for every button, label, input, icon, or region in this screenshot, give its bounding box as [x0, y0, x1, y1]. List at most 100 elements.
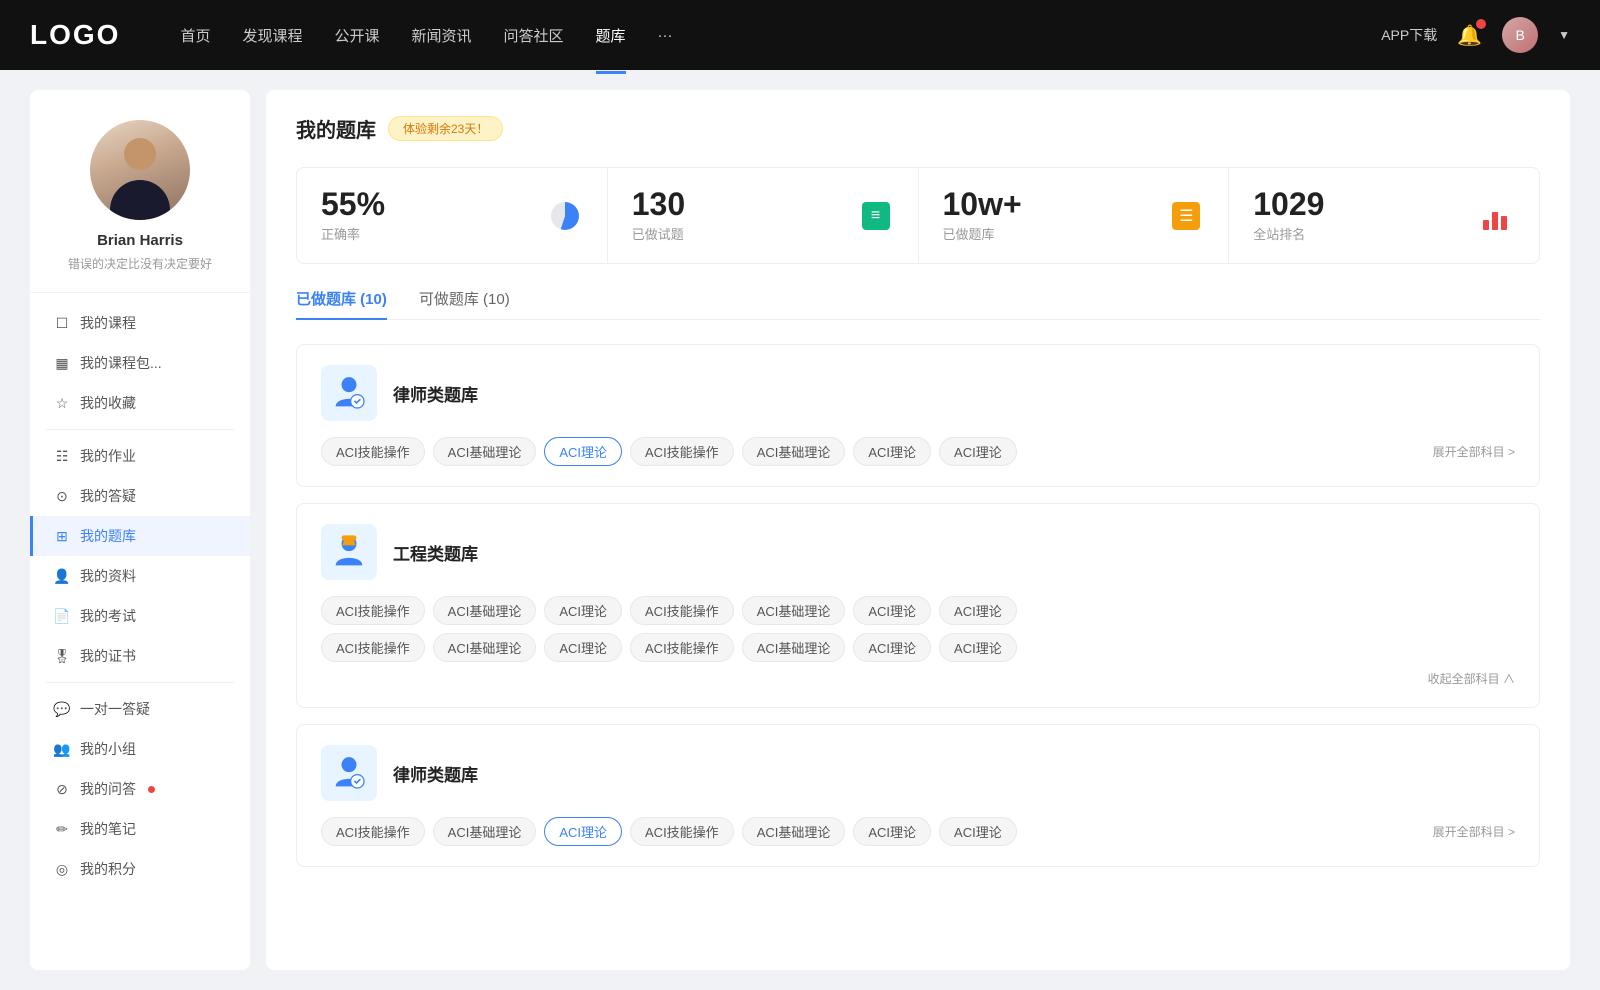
- tag-1-r2-4[interactable]: ACI基础理论: [742, 633, 846, 662]
- tag-1-4[interactable]: ACI基础理论: [742, 596, 846, 625]
- tag-2-2[interactable]: ACI理论: [544, 817, 622, 846]
- nav-links: 首页 发现课程 公开课 新闻资讯 问答社区 题库 ···: [180, 21, 1381, 50]
- tag-1-3[interactable]: ACI技能操作: [630, 596, 734, 625]
- nav-home[interactable]: 首页: [180, 21, 210, 50]
- app-download-link[interactable]: APP下载: [1381, 25, 1437, 45]
- stat-done-questions: 130 已做试题 ≡: [608, 168, 919, 263]
- profile-avatar: [90, 120, 190, 220]
- stat-accuracy-value: 55%: [321, 188, 531, 220]
- tag-2-3[interactable]: ACI技能操作: [630, 817, 734, 846]
- sidebar-item-my-notes[interactable]: ✏ 我的笔记: [30, 809, 250, 849]
- nav-discover[interactable]: 发现课程: [242, 21, 302, 50]
- nav-news[interactable]: 新闻资讯: [412, 21, 472, 50]
- stat-done-banks: 10w+ 已做题库 ☰: [919, 168, 1230, 263]
- sidebar-item-my-group[interactable]: 👥 我的小组: [30, 729, 250, 769]
- tag-2-5[interactable]: ACI理论: [853, 817, 931, 846]
- bank-item-0-header: 律师类题库: [321, 365, 1515, 421]
- tag-0-2[interactable]: ACI理论: [544, 437, 622, 466]
- tag-2-1[interactable]: ACI基础理论: [433, 817, 537, 846]
- people-icon: 👤: [54, 568, 70, 584]
- tag-0-0[interactable]: ACI技能操作: [321, 437, 425, 466]
- tag-2-0[interactable]: ACI技能操作: [321, 817, 425, 846]
- tag-1-5[interactable]: ACI理论: [853, 596, 931, 625]
- tag-1-r2-3[interactable]: ACI技能操作: [630, 633, 734, 662]
- sidebar-item-my-qa[interactable]: ⊙ 我的答疑: [30, 476, 250, 516]
- page-header: 我的题库 体验剩余23天！: [296, 114, 1540, 143]
- tabs: 已做题库 (10) 可做题库 (10): [296, 288, 1540, 320]
- page-layout: Brian Harris 错误的决定比没有决定要好 ☐ 我的课程 ▦ 我的课程包…: [20, 70, 1580, 990]
- tab-done-banks[interactable]: 已做题库 (10): [296, 288, 387, 319]
- tag-0-6[interactable]: ACI理论: [939, 437, 1017, 466]
- pie-chart-icon: [551, 202, 579, 230]
- nav-question-bank[interactable]: 题库: [596, 21, 626, 50]
- stat-done-banks-value: 10w+: [943, 188, 1153, 220]
- sidebar-item-points[interactable]: ◎ 我的积分: [30, 849, 250, 889]
- sidebar-item-course-package[interactable]: ▦ 我的课程包...: [30, 343, 250, 383]
- sidebar-item-homework[interactable]: ☷ 我的作业: [30, 436, 250, 476]
- nav-right: APP下载 🔔 B ▼: [1381, 17, 1570, 53]
- tab-available-banks[interactable]: 可做题库 (10): [419, 288, 510, 319]
- bank-name-0: 律师类题库: [393, 381, 478, 406]
- bank-item-0: 律师类题库 ACI技能操作 ACI基础理论 ACI理论 ACI技能操作 ACI基…: [296, 344, 1540, 487]
- nav-more[interactable]: ···: [658, 23, 673, 48]
- sidebar-item-favorites[interactable]: ☆ 我的收藏: [30, 383, 250, 423]
- nav-open[interactable]: 公开课: [334, 21, 379, 50]
- main-content: 我的题库 体验剩余23天！ 55% 正确率 130 已做试题 ≡: [266, 90, 1570, 970]
- tag-0-1[interactable]: ACI基础理论: [433, 437, 537, 466]
- tag-1-1[interactable]: ACI基础理论: [433, 596, 537, 625]
- stat-ranking-label: 全站排名: [1253, 224, 1463, 243]
- tag-1-r2-5[interactable]: ACI理论: [853, 633, 931, 662]
- stat-done-banks-text: 10w+ 已做题库: [943, 188, 1153, 243]
- tag-0-4[interactable]: ACI基础理论: [742, 437, 846, 466]
- bar-icon: ▦: [54, 355, 70, 371]
- stat-done-questions-label: 已做试题: [632, 224, 842, 243]
- tag-0-3[interactable]: ACI技能操作: [630, 437, 734, 466]
- note-icon: ✏: [54, 821, 70, 837]
- stat-accuracy: 55% 正确率: [297, 168, 608, 263]
- profile-name: Brian Harris: [97, 232, 183, 249]
- user-menu-chevron[interactable]: ▼: [1558, 28, 1570, 42]
- tag-2-4[interactable]: ACI基础理论: [742, 817, 846, 846]
- stat-accuracy-text: 55% 正确率: [321, 188, 531, 243]
- sidebar-item-my-exam[interactable]: 📄 我的考试: [30, 596, 250, 636]
- page-title: 我的题库: [296, 114, 376, 143]
- stat-accuracy-label: 正确率: [321, 224, 531, 243]
- tag-1-r2-1[interactable]: ACI基础理论: [433, 633, 537, 662]
- sidebar-item-question-bank[interactable]: ⊞ 我的题库: [30, 516, 250, 556]
- done-questions-icon: ≡: [858, 198, 894, 234]
- accuracy-icon: [547, 198, 583, 234]
- expand-link-2[interactable]: 展开全部科目 >: [1433, 823, 1515, 840]
- unread-badge: [148, 786, 155, 793]
- bar-chart-icon: [1483, 202, 1511, 230]
- sidebar-item-my-course[interactable]: ☐ 我的课程: [30, 303, 250, 343]
- sidebar-item-my-questions[interactable]: ⊘ 我的问答: [30, 769, 250, 809]
- expand-link-0[interactable]: 展开全部科目 >: [1433, 443, 1515, 460]
- points-icon: ◎: [54, 861, 70, 877]
- bank-0-tags: ACI技能操作 ACI基础理论 ACI理论 ACI技能操作 ACI基础理论 AC…: [321, 437, 1425, 466]
- tag-1-0[interactable]: ACI技能操作: [321, 596, 425, 625]
- profile-section: Brian Harris 错误的决定比没有决定要好: [30, 90, 250, 293]
- nav-qa[interactable]: 问答社区: [504, 21, 564, 50]
- user-avatar[interactable]: B: [1502, 17, 1538, 53]
- sidebar-item-my-material[interactable]: 👤 我的资料: [30, 556, 250, 596]
- sidebar-menu: ☐ 我的课程 ▦ 我的课程包... ☆ 我的收藏 ☷ 我的作业 ⊙ 我的答疑 ⊞: [30, 293, 250, 899]
- tag-1-r2-2[interactable]: ACI理论: [544, 633, 622, 662]
- collapse-link-1[interactable]: 收起全部科目 ∧: [321, 670, 1515, 687]
- grid-icon: ⊞: [54, 528, 70, 544]
- bank-item-2-header: 律师类题库: [321, 745, 1515, 801]
- tag-1-r2-6[interactable]: ACI理论: [939, 633, 1017, 662]
- bank-1-tags-row1: ACI技能操作 ACI基础理论 ACI理论 ACI技能操作 ACI基础理论 AC…: [321, 596, 1515, 625]
- sidebar-item-one-on-one[interactable]: 💬 一对一答疑: [30, 689, 250, 729]
- bank-item-2: 律师类题库 ACI技能操作 ACI基础理论 ACI理论 ACI技能操作 ACI基…: [296, 724, 1540, 867]
- tag-1-2[interactable]: ACI理论: [544, 596, 622, 625]
- tag-1-r2-0[interactable]: ACI技能操作: [321, 633, 425, 662]
- engineer-svg: [329, 532, 369, 572]
- cert-icon: 🎖: [54, 648, 70, 664]
- notification-bell[interactable]: 🔔: [1457, 23, 1482, 48]
- stat-done-questions-value: 130: [632, 188, 842, 220]
- lawyer-svg-0: [329, 373, 369, 413]
- tag-1-6[interactable]: ACI理论: [939, 596, 1017, 625]
- tag-2-6[interactable]: ACI理论: [939, 817, 1017, 846]
- tag-0-5[interactable]: ACI理论: [853, 437, 931, 466]
- sidebar-item-certificate[interactable]: 🎖 我的证书: [30, 636, 250, 676]
